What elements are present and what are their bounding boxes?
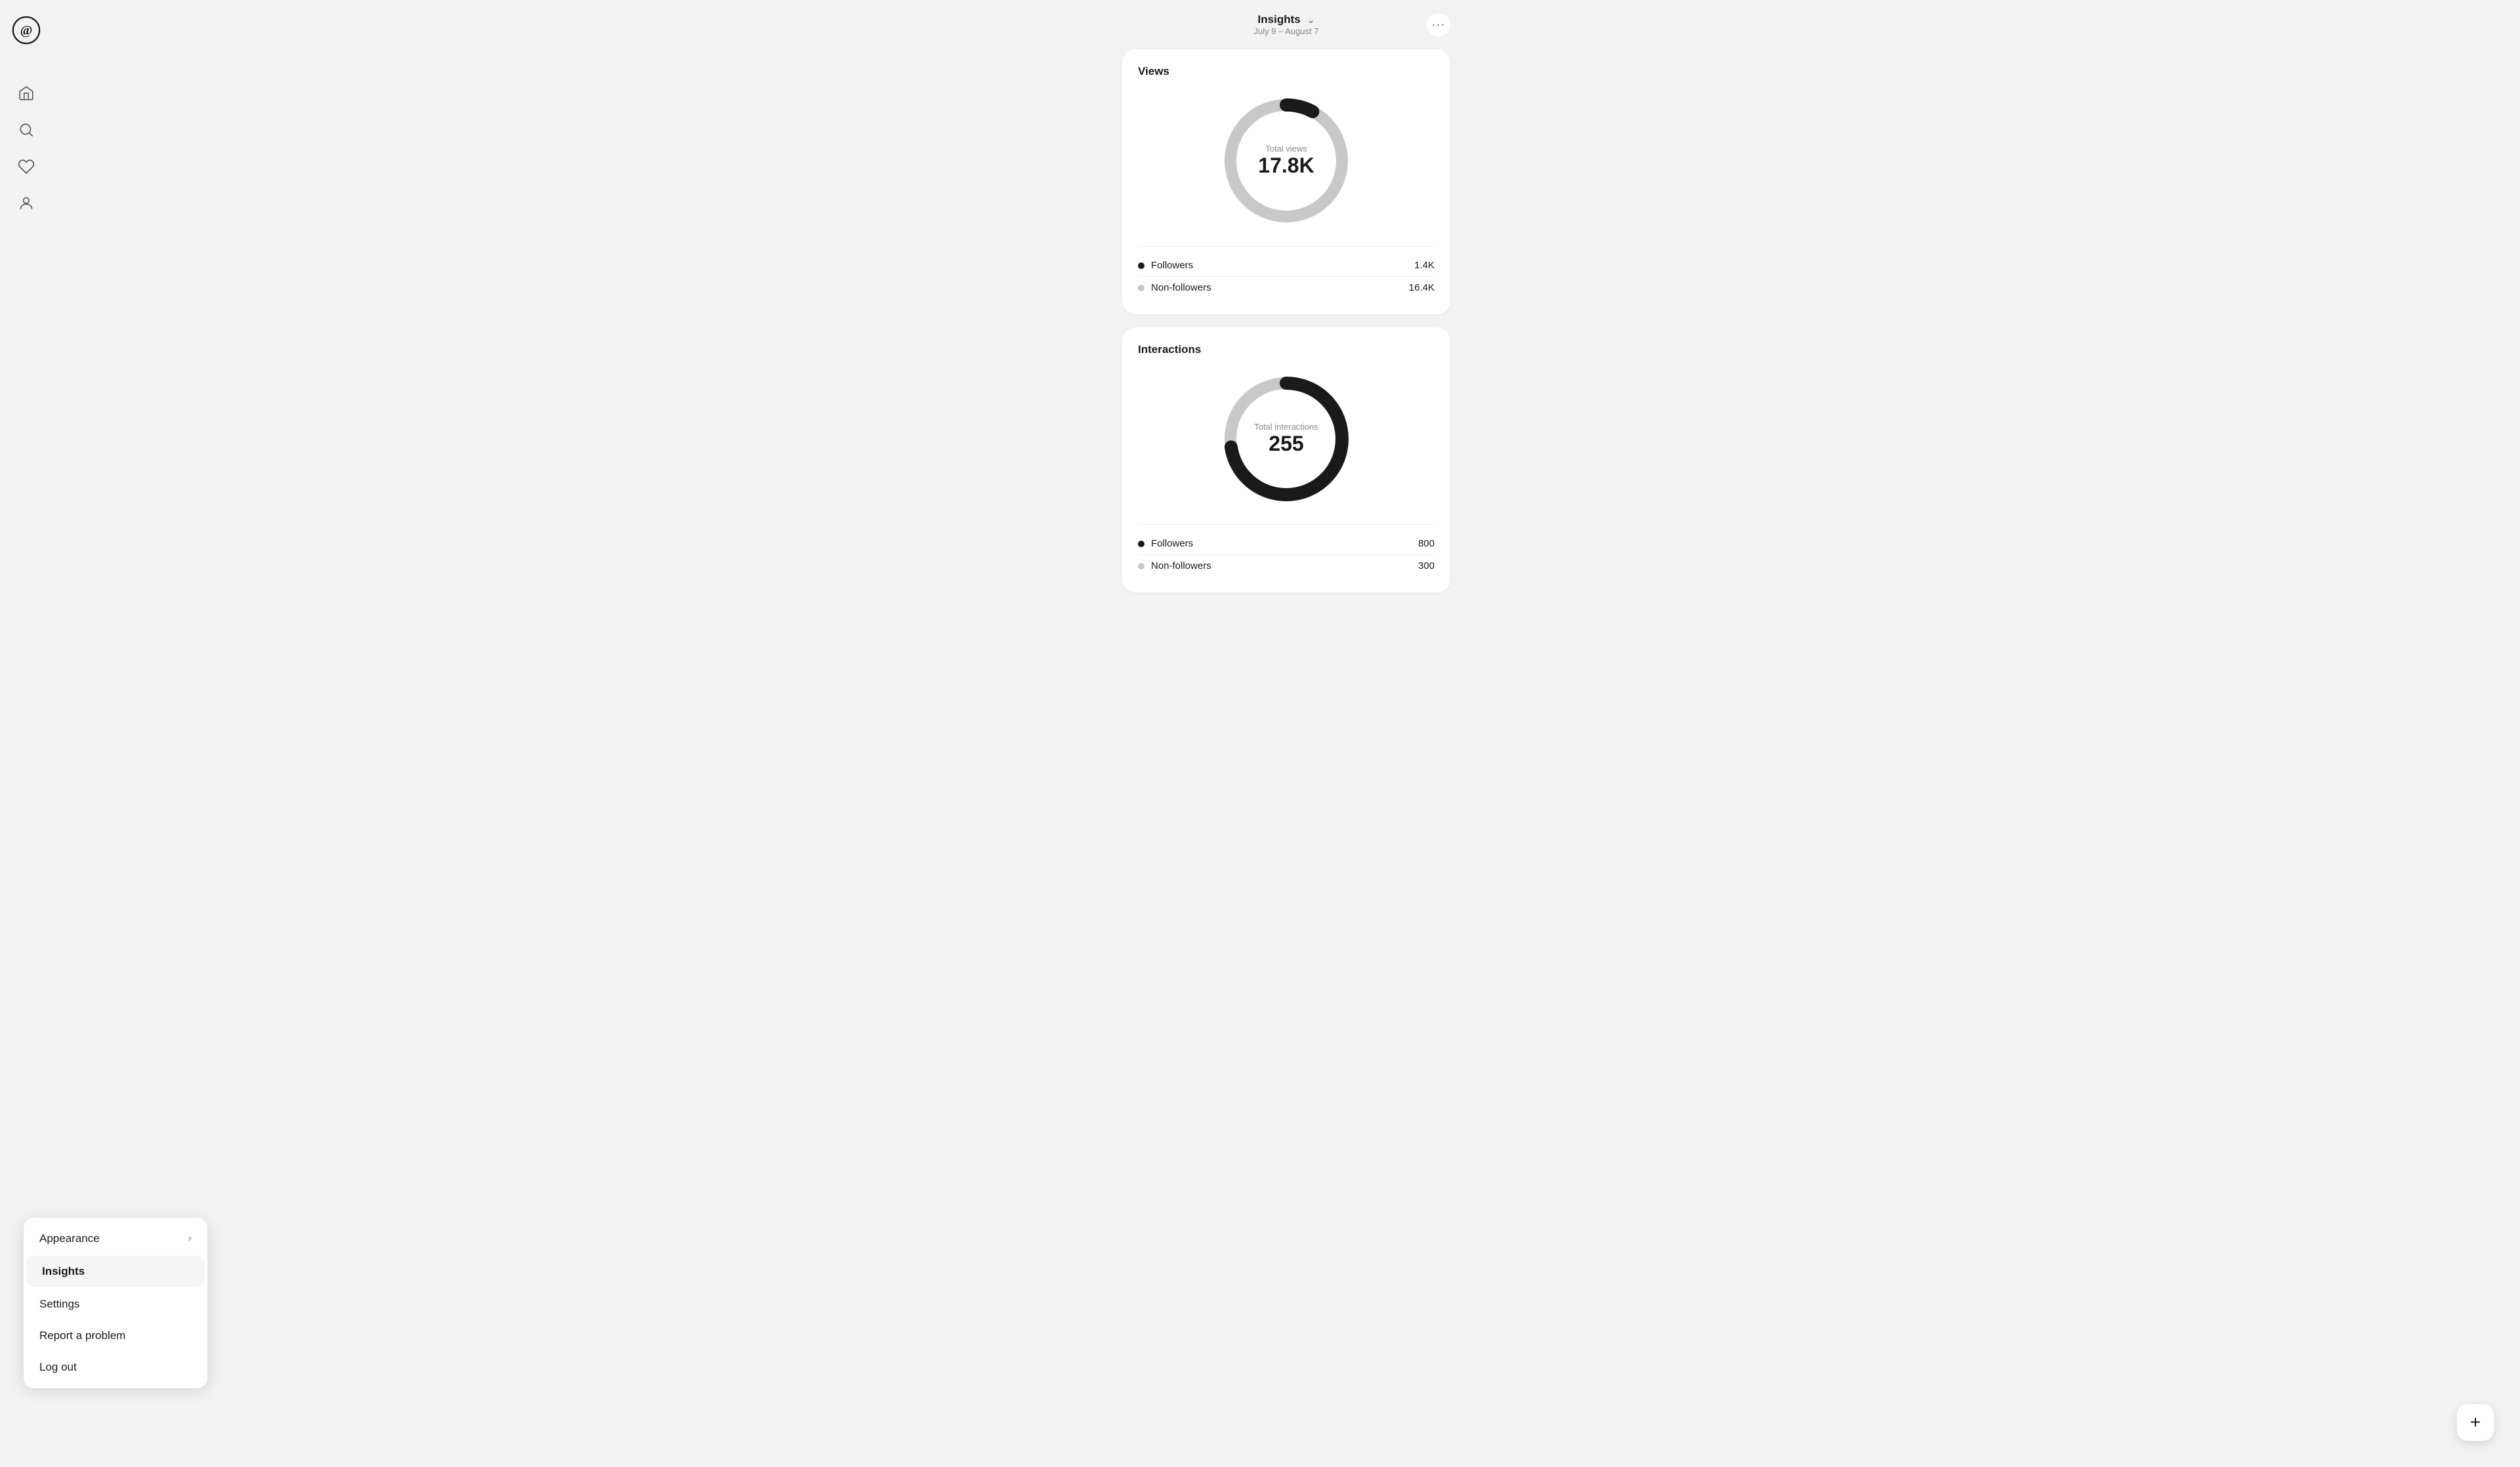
date-range: July 9 – August 7	[1253, 26, 1318, 36]
sidebar-nav	[17, 84, 35, 213]
interactions-donut-center: Total interactions 255	[1254, 422, 1318, 456]
interactions-legend: Followers 800 Non-followers 300	[1138, 524, 1435, 577]
header-title-group: Insights ⌄ July 9 – August 7	[1253, 13, 1318, 36]
interactions-card: Interactions Total interactions 255	[1122, 327, 1450, 592]
menu-item-insights[interactable]: Insights	[26, 1256, 205, 1287]
compose-icon: +	[2470, 1412, 2481, 1433]
sidebar-item-activity[interactable]	[17, 157, 35, 176]
views-card-title: Views	[1138, 65, 1435, 78]
non-followers-dot	[1138, 285, 1144, 291]
interactions-followers-value: 800	[1418, 538, 1435, 549]
menu-item-logout[interactable]: Log out	[24, 1352, 207, 1383]
interactions-chart-container: Total interactions 255	[1138, 367, 1435, 511]
page-header: Insights ⌄ July 9 – August 7 ···	[1122, 13, 1450, 36]
interactions-non-followers-value: 300	[1418, 560, 1435, 571]
dropdown-icon[interactable]: ⌄	[1307, 14, 1315, 26]
interactions-donut-chart: Total interactions 255	[1214, 367, 1358, 511]
views-legend-non-followers: Non-followers 16.4K	[1138, 276, 1435, 299]
views-chart-container: Total views 17.8K	[1138, 89, 1435, 233]
interactions-card-title: Interactions	[1138, 343, 1435, 356]
chevron-right-icon: ›	[188, 1233, 192, 1245]
menu-item-settings[interactable]: Settings	[24, 1289, 207, 1320]
context-menu: Appearance › Insights Settings Report a …	[24, 1218, 207, 1388]
sidebar-item-home[interactable]	[17, 84, 35, 102]
non-followers-value: 16.4K	[1409, 282, 1435, 293]
sidebar-item-profile[interactable]	[17, 194, 35, 213]
views-legend-followers: Followers 1.4K	[1138, 255, 1435, 276]
menu-item-report[interactable]: Report a problem	[24, 1320, 207, 1352]
interactions-followers-dot	[1138, 541, 1144, 547]
followers-label: Followers	[1151, 260, 1193, 271]
views-donut-label: Total views	[1258, 144, 1314, 154]
views-donut-value: 17.8K	[1258, 154, 1314, 178]
page-title: Insights	[1258, 13, 1301, 26]
non-followers-label: Non-followers	[1151, 282, 1211, 293]
svg-text:@: @	[20, 23, 33, 37]
interactions-legend-followers: Followers 800	[1138, 533, 1435, 554]
compose-button[interactable]: +	[2457, 1404, 2494, 1441]
views-card: Views Total views 17.8K Followers	[1122, 49, 1450, 314]
interactions-donut-value: 255	[1254, 432, 1318, 456]
app-logo[interactable]: @	[12, 16, 41, 45]
interactions-legend-non-followers: Non-followers 300	[1138, 554, 1435, 577]
followers-dot	[1138, 262, 1144, 269]
more-icon: ···	[1432, 18, 1446, 31]
main-content: Insights ⌄ July 9 – August 7 ··· Views T…	[52, 0, 2520, 632]
interactions-non-followers-label: Non-followers	[1151, 560, 1211, 571]
views-donut-chart: Total views 17.8K	[1214, 89, 1358, 233]
interactions-followers-label: Followers	[1151, 538, 1193, 549]
menu-item-appearance[interactable]: Appearance ›	[24, 1223, 207, 1254]
sidebar-item-search[interactable]	[17, 121, 35, 139]
followers-value: 1.4K	[1414, 260, 1435, 271]
interactions-donut-label: Total interactions	[1254, 422, 1318, 432]
more-options-button[interactable]: ···	[1427, 13, 1450, 37]
interactions-non-followers-dot	[1138, 563, 1144, 569]
views-legend: Followers 1.4K Non-followers 16.4K	[1138, 246, 1435, 299]
views-donut-center: Total views 17.8K	[1258, 144, 1314, 178]
